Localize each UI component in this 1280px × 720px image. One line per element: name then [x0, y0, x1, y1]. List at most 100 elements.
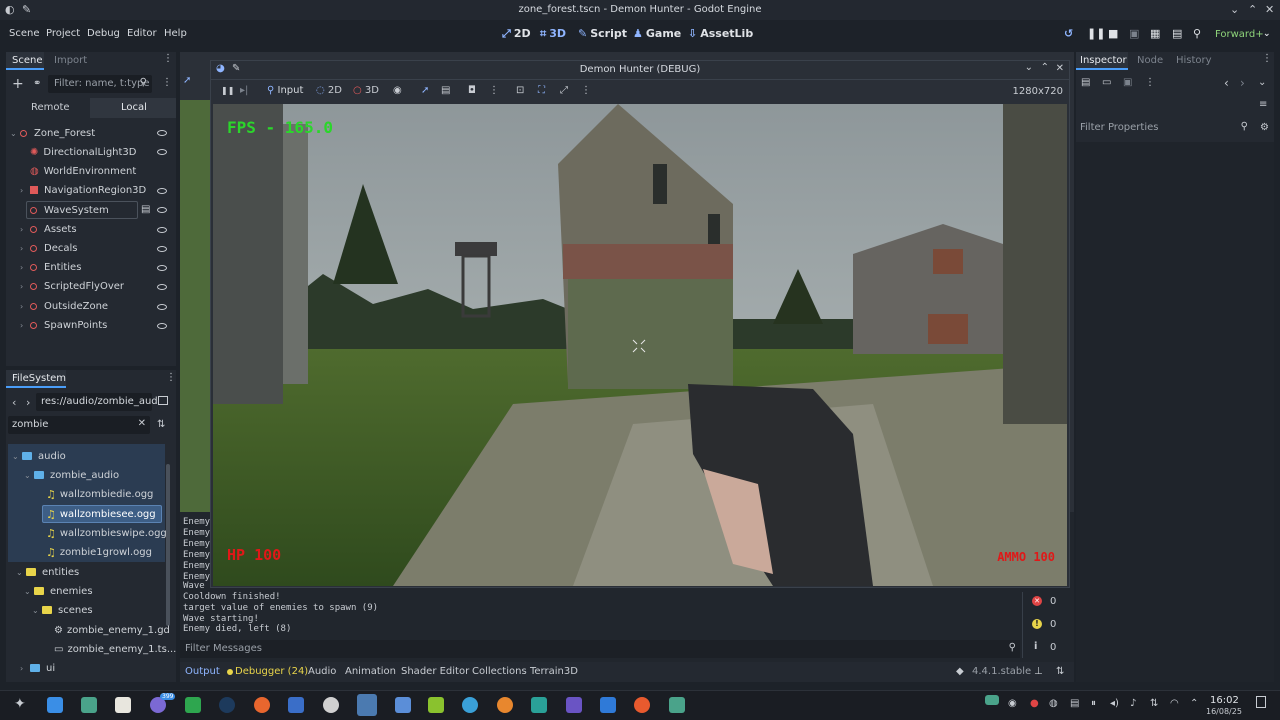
object-history-icon[interactable]: ⌄ — [1258, 77, 1266, 88]
filesystem-scrollbar[interactable] — [166, 464, 170, 626]
dock-menu-icon[interactable]: ⋮ — [1262, 53, 1272, 64]
remote-debug-icon[interactable]: ▣ — [1129, 27, 1139, 40]
inspector-options-icon[interactable]: ⚙ — [1260, 122, 1269, 133]
scene-menu-icon[interactable]: ⋮ — [162, 77, 172, 88]
select-tool-icon[interactable]: ➚ — [183, 75, 191, 86]
input-mode-button[interactable]: ⚲ Input — [267, 85, 303, 96]
blender-dev-icon[interactable] — [395, 697, 411, 713]
tab-import[interactable]: Import — [54, 55, 87, 66]
open-folder-icon[interactable]: ▭ — [1102, 77, 1111, 88]
tab-audio[interactable]: Audio — [308, 666, 336, 677]
history-forward-icon[interactable]: › — [1240, 76, 1245, 90]
file-wallzombieswipe[interactable]: ♫ wallzombieswipe.ogg — [46, 524, 167, 542]
workspace-assetlib-button[interactable]: ⇩ AssetLib — [688, 27, 753, 40]
new-resource-icon[interactable]: ▤ — [1081, 77, 1090, 88]
filter-messages-input[interactable]: Filter Messages ⚲ — [180, 640, 1020, 658]
split-mode-icon[interactable] — [158, 396, 168, 405]
inkscape-icon[interactable] — [115, 697, 131, 713]
close-icon[interactable]: ✕ — [1265, 3, 1274, 16]
list-select-icon[interactable]: ▤ — [441, 85, 450, 96]
fullscreen-icon[interactable]: ⤢ — [560, 85, 568, 96]
tree-node-directional-light[interactable]: ✺ DirectionalLight3D — [30, 143, 137, 161]
godot-taskbar-icon[interactable] — [357, 694, 377, 716]
link-icon[interactable]: ⚭ — [33, 78, 41, 89]
tray-volume-icon[interactable]: ◂) — [1110, 698, 1119, 709]
tab-scene[interactable]: Scene — [12, 55, 43, 66]
warning-icon[interactable]: ! — [1032, 619, 1042, 629]
tab-terrain3d[interactable]: Terrain3D — [530, 666, 578, 677]
krita-icon[interactable] — [428, 697, 444, 713]
close-icon[interactable]: ✕ — [1056, 63, 1064, 74]
game-launcher-icon[interactable] — [531, 697, 547, 713]
expand-panel-icon[interactable]: ⇅ — [1056, 666, 1064, 677]
more-options-icon[interactable]: ⋮ — [489, 85, 499, 96]
workspace-2d-button[interactable]: ⤢ 2D — [502, 27, 531, 41]
visibility-eye-icon[interactable] — [157, 323, 167, 329]
tab-local[interactable]: Local — [121, 102, 147, 113]
search-icon[interactable]: ⚲ — [1193, 27, 1201, 40]
file-search-input[interactable]: zombie ✕ — [8, 416, 150, 434]
visibility-eye-icon[interactable] — [157, 207, 167, 213]
screen-recorder-icon[interactable] — [669, 697, 685, 713]
spectacle-icon[interactable] — [81, 697, 97, 713]
menu-debug[interactable]: Debug — [87, 28, 120, 39]
camera-icon[interactable]: ◘ — [468, 85, 476, 96]
folder-zombie-audio[interactable]: ⌄ zombie_audio — [24, 466, 119, 484]
visibility-eye-icon[interactable]: ◉ — [393, 85, 402, 96]
app-launcher-icon[interactable]: ✦ — [14, 696, 26, 712]
file-zombie-enemy-tscn[interactable]: ▭ zombie_enemy_1.ts... — [54, 640, 176, 658]
movie-icon[interactable]: ▦ — [1150, 27, 1160, 40]
keep-aspect-icon[interactable]: ⛶ — [538, 85, 545, 96]
steam-icon[interactable] — [219, 697, 235, 713]
visibility-eye-icon[interactable] — [157, 246, 167, 252]
tab-node[interactable]: Node — [1137, 55, 1163, 66]
visibility-eye-icon[interactable] — [157, 284, 167, 290]
tree-node-scripted-flyover[interactable]: › ScriptedFlyOver — [20, 277, 124, 295]
tab-filesystem[interactable]: FileSystem — [12, 373, 66, 384]
tab-shader-editor[interactable]: Shader Editor — [401, 666, 469, 677]
clear-icon[interactable]: ✕ — [138, 418, 146, 429]
pause-icon[interactable]: ❚❚ — [221, 86, 234, 95]
tree-node-entities[interactable]: › Entities — [20, 258, 81, 276]
obs-icon[interactable] — [566, 697, 582, 713]
clock-time[interactable]: 16:02 — [1210, 695, 1239, 706]
dock-menu-icon[interactable]: ⋮ — [166, 372, 176, 383]
tree-node-zone-forest[interactable]: ⌄ Zone_Forest — [10, 124, 95, 142]
tray-media-icon[interactable]: ⏸ — [1091, 698, 1096, 709]
vscode-icon[interactable] — [600, 697, 616, 713]
tray-expand-icon[interactable]: ⌃ — [1190, 698, 1198, 709]
github-icon[interactable] — [323, 697, 339, 713]
sort-icon[interactable]: ⇅ — [157, 419, 165, 430]
next-frame-icon[interactable]: ▸| — [240, 85, 248, 96]
tray-wifi-icon[interactable]: ◠ — [1170, 698, 1179, 709]
tree-node-wave-system[interactable]: WaveSystem — [30, 201, 109, 219]
fit-icon[interactable]: ⊡ — [516, 85, 524, 96]
reload-icon[interactable]: ↺ — [1064, 27, 1073, 40]
visibility-eye-icon[interactable] — [157, 227, 167, 233]
pause-icon[interactable]: ❚❚ — [1087, 27, 1105, 40]
tab-inspector[interactable]: Inspector — [1080, 55, 1127, 66]
filter-properties-input[interactable]: Filter Properties ⚲ — [1076, 118, 1252, 138]
script-attached-icon[interactable]: ▤ — [141, 204, 150, 215]
menu-help[interactable]: Help — [164, 28, 187, 39]
renderer-chevron-icon[interactable]: ⌄ — [1263, 29, 1271, 39]
dock-menu-icon[interactable]: ⋮ — [163, 53, 173, 64]
game-menu-icon[interactable]: ⋮ — [581, 85, 591, 96]
firefox-dev-icon[interactable] — [634, 697, 650, 713]
tray-record-icon[interactable]: ● — [1030, 698, 1039, 709]
minimize-icon[interactable]: ⌄ — [1025, 62, 1033, 73]
run-scene-icon[interactable]: ▤ — [1172, 27, 1182, 40]
tray-clipboard-icon[interactable]: ▤ — [1070, 698, 1079, 709]
info-icon[interactable]: i — [1034, 641, 1037, 652]
folder-scenes[interactable]: ⌄ scenes — [32, 601, 93, 619]
maximize-icon[interactable]: ⌃ — [1248, 3, 1257, 16]
mode-3d-button[interactable]: ○ 3D — [353, 85, 379, 96]
tray-app-icon[interactable] — [985, 695, 999, 705]
file-wallzombiesee[interactable]: ♫ wallzombiesee.ogg — [46, 505, 156, 523]
tab-history[interactable]: History — [1176, 55, 1212, 66]
show-desktop-icon[interactable] — [1256, 696, 1266, 708]
folder-ui[interactable]: › ui — [20, 659, 55, 677]
save-icon[interactable]: ▣ — [1123, 77, 1132, 88]
object-properties-icon[interactable]: ≡ — [1259, 99, 1267, 110]
visibility-eye-icon[interactable] — [157, 188, 167, 194]
